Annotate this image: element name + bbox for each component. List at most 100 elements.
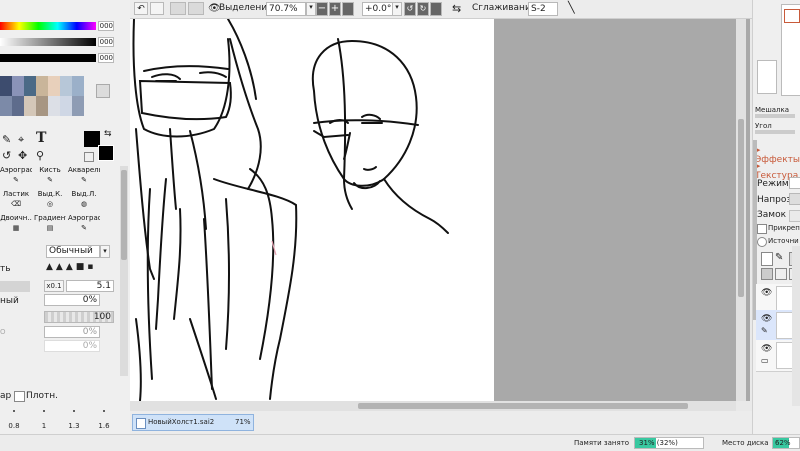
layer-opacity-field[interactable] bbox=[789, 193, 800, 205]
brush-size-preset[interactable]: 1.3 bbox=[60, 404, 88, 432]
tool-scrollbar-thumb[interactable] bbox=[121, 170, 127, 260]
right-panel-scrollbar[interactable] bbox=[792, 246, 800, 406]
secondary-color-swatch[interactable] bbox=[98, 145, 114, 161]
tool-cell[interactable]: Кисть ✎ bbox=[34, 166, 66, 190]
size-value-field[interactable]: 5.1 bbox=[66, 280, 114, 292]
line-tool-icon[interactable]: ╲ bbox=[568, 1, 575, 14]
new-brush-layer-icon[interactable]: ✎ bbox=[775, 252, 783, 263]
tool-brush-icon: ✎ bbox=[81, 176, 87, 184]
left-panel: 000 000 000 ✎ ⌖ T ↺ ✥ ⚲ ⇆ Аэрограф✎Кисть… bbox=[0, 0, 130, 450]
swatch-arrow-icon[interactable] bbox=[96, 84, 110, 98]
canvas[interactable] bbox=[130, 19, 494, 401]
tool-cell[interactable]: Выд.Л. ◍ bbox=[68, 190, 100, 214]
texture-header[interactable]: ▶ Текстура bbox=[755, 161, 800, 181]
brush-size-preset[interactable]: 1 bbox=[30, 404, 58, 432]
canvas-vertical-scrollbar-thumb[interactable] bbox=[738, 119, 744, 297]
effects-header[interactable]: ▶ Эффекты bbox=[755, 145, 800, 165]
new-layer-icon[interactable] bbox=[761, 252, 773, 266]
tool-cell-label: Выд.Л. bbox=[71, 190, 97, 198]
rotate-right-button[interactable]: ↻ bbox=[417, 2, 429, 16]
dense-checkbox[interactable] bbox=[14, 391, 25, 402]
document-tab-zoom: 71% bbox=[235, 418, 251, 426]
rotation-dropdown-button[interactable]: ▾ bbox=[392, 2, 402, 16]
smoothing-label: Сглаживание bbox=[472, 3, 537, 13]
lasso-tool-icon[interactable]: ⌖ bbox=[18, 133, 24, 147]
layer-mask-icon[interactable] bbox=[761, 268, 773, 280]
rotate-reset-button[interactable] bbox=[430, 2, 442, 16]
source-radio[interactable] bbox=[757, 237, 767, 247]
brush-size-preset[interactable]: 0.8 bbox=[0, 404, 28, 432]
saturation-value[interactable]: 000 bbox=[98, 37, 114, 47]
layer-visibility-eye-icon[interactable]: 👁 bbox=[761, 288, 772, 298]
preset-label: 1.3 bbox=[68, 422, 80, 430]
color-swatches-row2[interactable] bbox=[0, 96, 84, 116]
swap-colors-icon[interactable]: ⇆ bbox=[104, 129, 112, 139]
clip-checkbox[interactable] bbox=[757, 224, 767, 234]
extra-value-field[interactable]: 0% bbox=[44, 340, 100, 352]
merge-layer-icon[interactable] bbox=[775, 268, 787, 280]
hue-value[interactable]: 000 bbox=[98, 21, 114, 31]
mixer-slider[interactable] bbox=[755, 114, 795, 118]
size-multiplier-button[interactable]: x0.1 bbox=[44, 280, 64, 292]
saturation-slider[interactable] bbox=[0, 38, 96, 46]
document-tab[interactable]: НовыйХолст1.sai2 71% bbox=[132, 414, 254, 431]
pen-tool-icon[interactable]: ✎ bbox=[2, 133, 11, 146]
canvas-vertical-scrollbar[interactable] bbox=[736, 19, 746, 401]
tool-cell[interactable]: Выд.К. ◎ bbox=[34, 190, 66, 214]
zoom-field[interactable]: 70.7% bbox=[266, 2, 306, 16]
tool-cell[interactable]: Двоичн.. ▦ bbox=[0, 214, 32, 238]
layer-visibility-eye-icon[interactable]: 👁 bbox=[761, 314, 772, 324]
preset-dot-icon bbox=[103, 410, 105, 412]
hue-slider[interactable] bbox=[0, 22, 96, 30]
lock-toggle[interactable] bbox=[789, 210, 800, 222]
move-tool-icon[interactable]: ✥ bbox=[18, 149, 27, 162]
layer-folder-icon: ▭ bbox=[761, 356, 769, 365]
tool-cell[interactable]: Акварель ✎ bbox=[68, 166, 100, 190]
tool-cell[interactable]: Градиент ▤ bbox=[34, 214, 66, 238]
tool-scrollbar[interactable] bbox=[120, 166, 128, 376]
brush-shape-row[interactable]: ▲▲▲■▪ bbox=[46, 262, 114, 274]
size-left-control[interactable] bbox=[0, 281, 30, 292]
zoom-out-button[interactable]: − bbox=[316, 2, 328, 16]
eyedropper-tool-icon[interactable]: ⚲ bbox=[36, 149, 44, 162]
reset-colors-icon[interactable] bbox=[84, 152, 94, 162]
preset-label: 1.6 bbox=[98, 422, 110, 430]
toolbar-button-blank-2[interactable] bbox=[188, 2, 204, 15]
value-value[interactable]: 000 bbox=[98, 53, 114, 63]
zoom-dropdown-button[interactable]: ▾ bbox=[306, 2, 316, 16]
disk-value: 62% bbox=[775, 439, 791, 447]
angle-slider[interactable] bbox=[755, 130, 795, 134]
tool-cell-label: Градиент bbox=[34, 214, 66, 222]
flip-icon[interactable]: ⇆ bbox=[452, 2, 461, 15]
rotate-tool-icon[interactable]: ↺ bbox=[2, 149, 11, 162]
zoom-reset-button[interactable] bbox=[342, 2, 354, 16]
tool-cell-label: Акварель bbox=[68, 166, 100, 174]
rotate-left-button[interactable]: ↺ bbox=[404, 2, 416, 16]
toolbar-button-blank-1[interactable] bbox=[170, 2, 186, 15]
redo-button[interactable] bbox=[150, 2, 164, 15]
tool-cell[interactable]: Ластик ⌫ bbox=[0, 190, 32, 214]
navigator-preview[interactable] bbox=[781, 4, 800, 96]
preset-label: 1 bbox=[41, 422, 47, 430]
density-value-field[interactable]: 0% bbox=[44, 294, 100, 306]
undo-button[interactable]: ↶ bbox=[134, 2, 148, 15]
zoom-in-button[interactable]: + bbox=[329, 2, 341, 16]
tool-brush-icon: ✎ bbox=[47, 176, 53, 184]
canvas-horizontal-scrollbar[interactable] bbox=[130, 401, 736, 411]
navigator-viewport bbox=[784, 9, 800, 23]
canvas-horizontal-scrollbar-thumb[interactable] bbox=[358, 403, 688, 409]
smoothing-select[interactable]: S-2 bbox=[528, 2, 558, 16]
value-slider[interactable] bbox=[0, 54, 96, 62]
brush-size-preset[interactable]: 1.6 bbox=[90, 404, 118, 432]
opacity-value-field[interactable]: 100 bbox=[44, 311, 114, 323]
tool-brush-icon: ◎ bbox=[46, 200, 54, 208]
blend-mode-dropdown-button[interactable]: ▾ bbox=[100, 245, 110, 258]
canvas-workspace[interactable] bbox=[130, 19, 750, 401]
layer-mode-select[interactable] bbox=[789, 177, 800, 189]
blend-mode-select[interactable]: Обычный bbox=[46, 245, 100, 258]
text-tool-icon[interactable]: T bbox=[36, 130, 46, 146]
hidden-value-field[interactable]: 0% bbox=[44, 326, 100, 338]
layer-visibility-eye-icon[interactable]: 👁 bbox=[761, 344, 772, 354]
tool-cell[interactable]: Аэрограф ✎ bbox=[0, 166, 32, 190]
tool-cell[interactable]: Аэрограф ✎ bbox=[68, 214, 100, 238]
